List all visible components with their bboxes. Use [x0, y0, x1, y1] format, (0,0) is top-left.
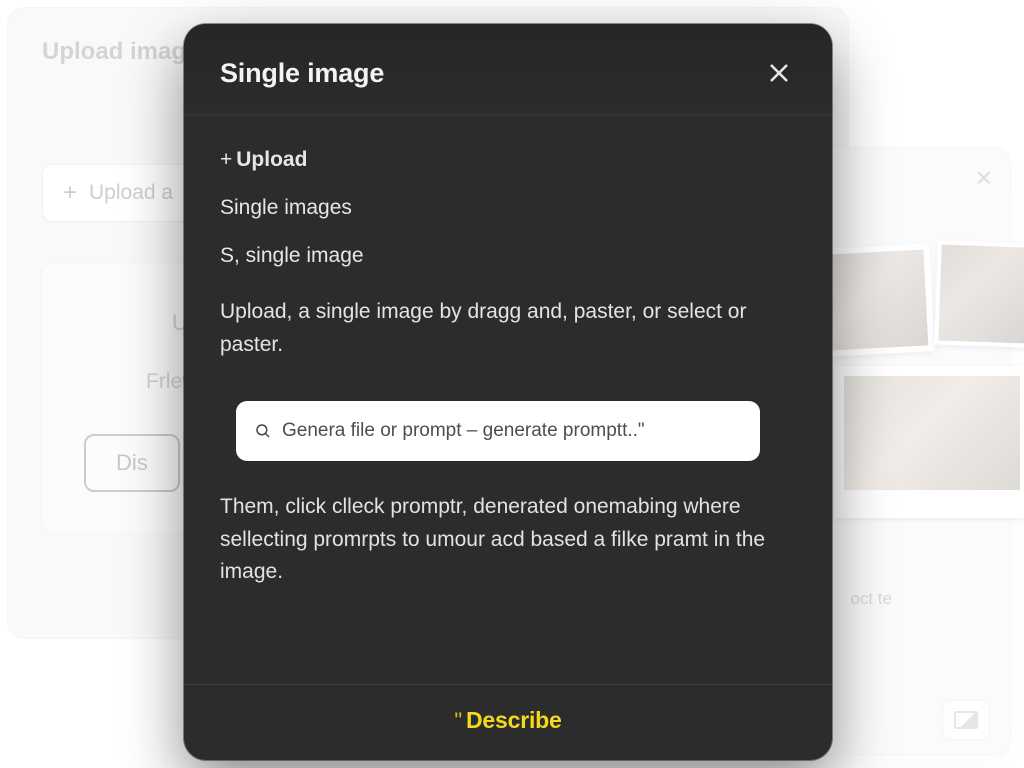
- upload-option[interactable]: +Upload: [220, 148, 796, 172]
- modal-body: +Upload Single images S, single image Up…: [184, 115, 832, 684]
- close-button[interactable]: [762, 56, 796, 90]
- modal-header: Single image: [184, 24, 832, 115]
- plus-icon: +: [220, 148, 232, 171]
- describe-button-label: Describe: [466, 707, 562, 734]
- s-single-image-label: S, single image: [220, 244, 364, 267]
- single-images-option[interactable]: Single images: [220, 196, 796, 220]
- close-icon: [767, 61, 791, 85]
- quote-icon: ": [454, 708, 462, 734]
- upload-option-label: Upload: [236, 148, 307, 171]
- single-image-modal: Single image +Upload Single images S, si…: [184, 24, 832, 760]
- prompt-instructions: Them, click clleck promptr, denerated on…: [220, 491, 796, 589]
- prompt-input[interactable]: [282, 420, 742, 442]
- search-icon: [254, 422, 272, 440]
- single-images-label: Single images: [220, 196, 352, 219]
- describe-button[interactable]: "Describe: [454, 707, 561, 734]
- prompt-search-field[interactable]: [236, 401, 760, 461]
- upload-instructions: Upload, a single image by dragg and, pas…: [220, 296, 796, 361]
- modal-footer: "Describe: [184, 684, 832, 760]
- s-single-image-option[interactable]: S, single image: [220, 244, 796, 268]
- modal-title: Single image: [220, 58, 384, 89]
